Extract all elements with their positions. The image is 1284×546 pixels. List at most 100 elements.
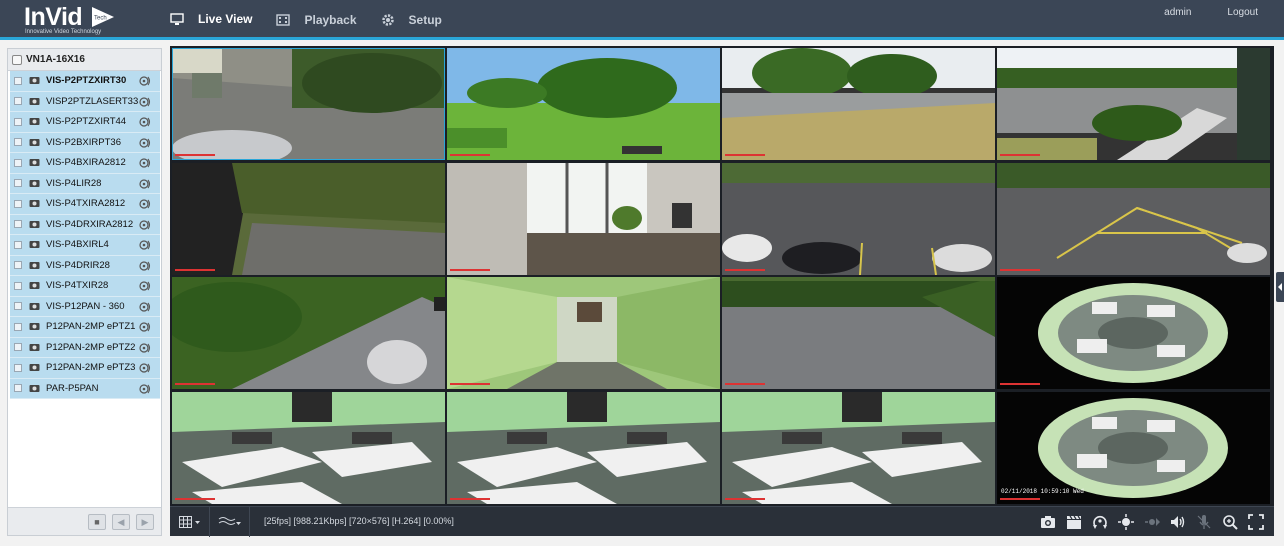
device-name: VN1A-16X16 xyxy=(26,54,85,65)
ptz-control-icon[interactable] xyxy=(139,239,152,251)
next-page-button[interactable]: ▶ xyxy=(136,514,154,530)
camera-icon xyxy=(29,343,40,351)
video-tile[interactable] xyxy=(172,391,445,504)
camera-list-item[interactable]: VIS-P4BXIRA2812 xyxy=(10,153,160,174)
video-tile[interactable] xyxy=(722,391,995,504)
camera-checkbox[interactable] xyxy=(14,343,22,352)
stop-all-button[interactable]: ■ xyxy=(88,514,106,530)
camera-list-item[interactable]: VIS-P12PAN - 360 xyxy=(10,296,160,317)
camera-list-item[interactable]: VIS-P4LIR28 xyxy=(10,173,160,194)
video-tile[interactable] xyxy=(997,48,1270,160)
video-tile[interactable] xyxy=(172,277,445,390)
ptz-control-icon[interactable] xyxy=(139,198,152,210)
video-tile[interactable]: 02/11/2018 10:59:10 Wed xyxy=(997,391,1270,504)
video-tile[interactable] xyxy=(447,48,720,160)
camera-icon xyxy=(29,241,40,249)
video-tile[interactable] xyxy=(997,162,1270,275)
recording-indicator xyxy=(725,268,765,271)
camera-list-item[interactable]: VIS-P4DRIR28 xyxy=(10,255,160,276)
camera-checkbox[interactable] xyxy=(14,138,22,147)
recording-indicator xyxy=(1000,154,1040,156)
ptz-control-icon[interactable] xyxy=(139,301,152,313)
clapper-record-icon[interactable] xyxy=(1066,514,1082,530)
ptz-control-icon[interactable] xyxy=(139,362,152,374)
video-tile[interactable] xyxy=(722,277,995,390)
stream-select-button[interactable] xyxy=(210,507,250,537)
camera-list-item[interactable]: VIS-P2BXIRPT36 xyxy=(10,132,160,153)
camera-checkbox[interactable] xyxy=(14,199,22,208)
ptz-control-icon[interactable] xyxy=(139,75,152,87)
video-frame xyxy=(722,277,995,390)
camera-checkbox[interactable] xyxy=(14,97,22,106)
video-tile[interactable] xyxy=(997,277,1270,390)
logout-link[interactable]: Logout xyxy=(1227,7,1258,18)
zoom-icon[interactable] xyxy=(1222,514,1238,530)
ptz-control-icon[interactable] xyxy=(139,96,152,108)
fullscreen-icon[interactable] xyxy=(1248,514,1264,530)
username-label: admin xyxy=(1164,7,1192,18)
ptz-control-icon[interactable] xyxy=(139,260,152,272)
nav-playback[interactable]: Playback xyxy=(264,0,368,40)
camera-list-item[interactable]: P12PAN-2MP ePTZ3 xyxy=(10,358,160,379)
camera-icon xyxy=(29,97,40,105)
video-tile[interactable] xyxy=(722,162,995,275)
video-tile[interactable] xyxy=(447,391,720,504)
ptz-control-icon[interactable] xyxy=(139,383,152,395)
camera-name: VIS-P4BXIRA2812 xyxy=(46,157,126,169)
ptz-control-icon[interactable] xyxy=(139,342,152,354)
camera-checkbox[interactable] xyxy=(14,240,22,249)
ptz-control-icon[interactable] xyxy=(139,137,152,149)
video-tile[interactable] xyxy=(172,48,445,160)
ptz-control-icon[interactable] xyxy=(139,219,152,231)
camera-list-item[interactable]: VIS-P4TXIRA2812 xyxy=(10,194,160,215)
collapse-panel-toggle[interactable] xyxy=(1276,272,1284,302)
camera-checkbox[interactable] xyxy=(14,384,22,393)
camera-checkbox[interactable] xyxy=(14,363,22,372)
camera-list-item[interactable]: VIS-P2PTZXIRT30 xyxy=(10,71,160,92)
camera-checkbox[interactable] xyxy=(14,302,22,311)
nav-live-view[interactable]: Live View xyxy=(158,0,265,40)
camera-checkbox[interactable] xyxy=(14,76,22,85)
ptz-icon[interactable] xyxy=(1092,514,1108,530)
live-toolbar: [25fps] [988.21Kbps] [720×576] [H.264] [… xyxy=(170,506,1274,537)
volume-icon[interactable] xyxy=(1170,514,1186,530)
recording-indicator xyxy=(1000,268,1040,271)
video-tile[interactable] xyxy=(722,48,995,160)
video-tile[interactable] xyxy=(172,162,445,275)
camera-checkbox[interactable] xyxy=(14,179,22,188)
camera-snapshot-icon[interactable] xyxy=(1040,514,1056,530)
camera-list-item[interactable]: P12PAN-2MP ePTZ2 xyxy=(10,337,160,358)
camera-checkbox[interactable] xyxy=(14,158,22,167)
video-tile[interactable] xyxy=(447,162,720,275)
ptz-control-icon[interactable] xyxy=(139,157,152,169)
video-tile[interactable] xyxy=(447,277,720,390)
camera-list-item[interactable]: VISP2PTZLASERT33 xyxy=(10,91,160,112)
camera-checkbox[interactable] xyxy=(14,220,22,229)
ptz-control-icon[interactable] xyxy=(139,280,152,292)
prev-page-button[interactable]: ◀ xyxy=(112,514,130,530)
camera-list-item[interactable]: P12PAN-2MP ePTZ1 xyxy=(10,317,160,338)
brand-tagline: Innovative Video Technology xyxy=(25,29,102,35)
ptz-control-icon[interactable] xyxy=(139,116,152,128)
ptz-control-icon[interactable] xyxy=(139,178,152,190)
camera-icon xyxy=(29,364,40,372)
camera-list-item[interactable]: VIS-P4DRXIRA2812 xyxy=(10,214,160,235)
audio-out-icon xyxy=(1145,518,1160,526)
ptz-control-icon[interactable] xyxy=(139,321,152,333)
layout-select-button[interactable] xyxy=(170,507,210,537)
camera-list-item[interactable]: PAR-P5PAN xyxy=(10,378,160,399)
camera-checkbox[interactable] xyxy=(14,117,22,126)
camera-list-item[interactable]: VIS-P2PTZXIRT44 xyxy=(10,112,160,133)
top-header: InVid Tech Innovative Video Technology L… xyxy=(0,0,1284,40)
camera-checkbox[interactable] xyxy=(14,322,22,331)
camera-list-item[interactable]: VIS-P4BXIRL4 xyxy=(10,235,160,256)
focus-icon[interactable] xyxy=(1118,514,1134,530)
nav-setup[interactable]: Setup xyxy=(369,0,454,40)
camera-icon xyxy=(29,138,40,146)
device-icon xyxy=(12,54,22,65)
device-tree-header[interactable]: VN1A-16X16 xyxy=(8,49,161,71)
camera-list-item[interactable]: VIS-P4TXIR28 xyxy=(10,276,160,297)
stream-status-text: [25fps] [988.21Kbps] [720×576] [H.264] [… xyxy=(264,516,454,526)
camera-checkbox[interactable] xyxy=(14,281,22,290)
camera-checkbox[interactable] xyxy=(14,261,22,270)
